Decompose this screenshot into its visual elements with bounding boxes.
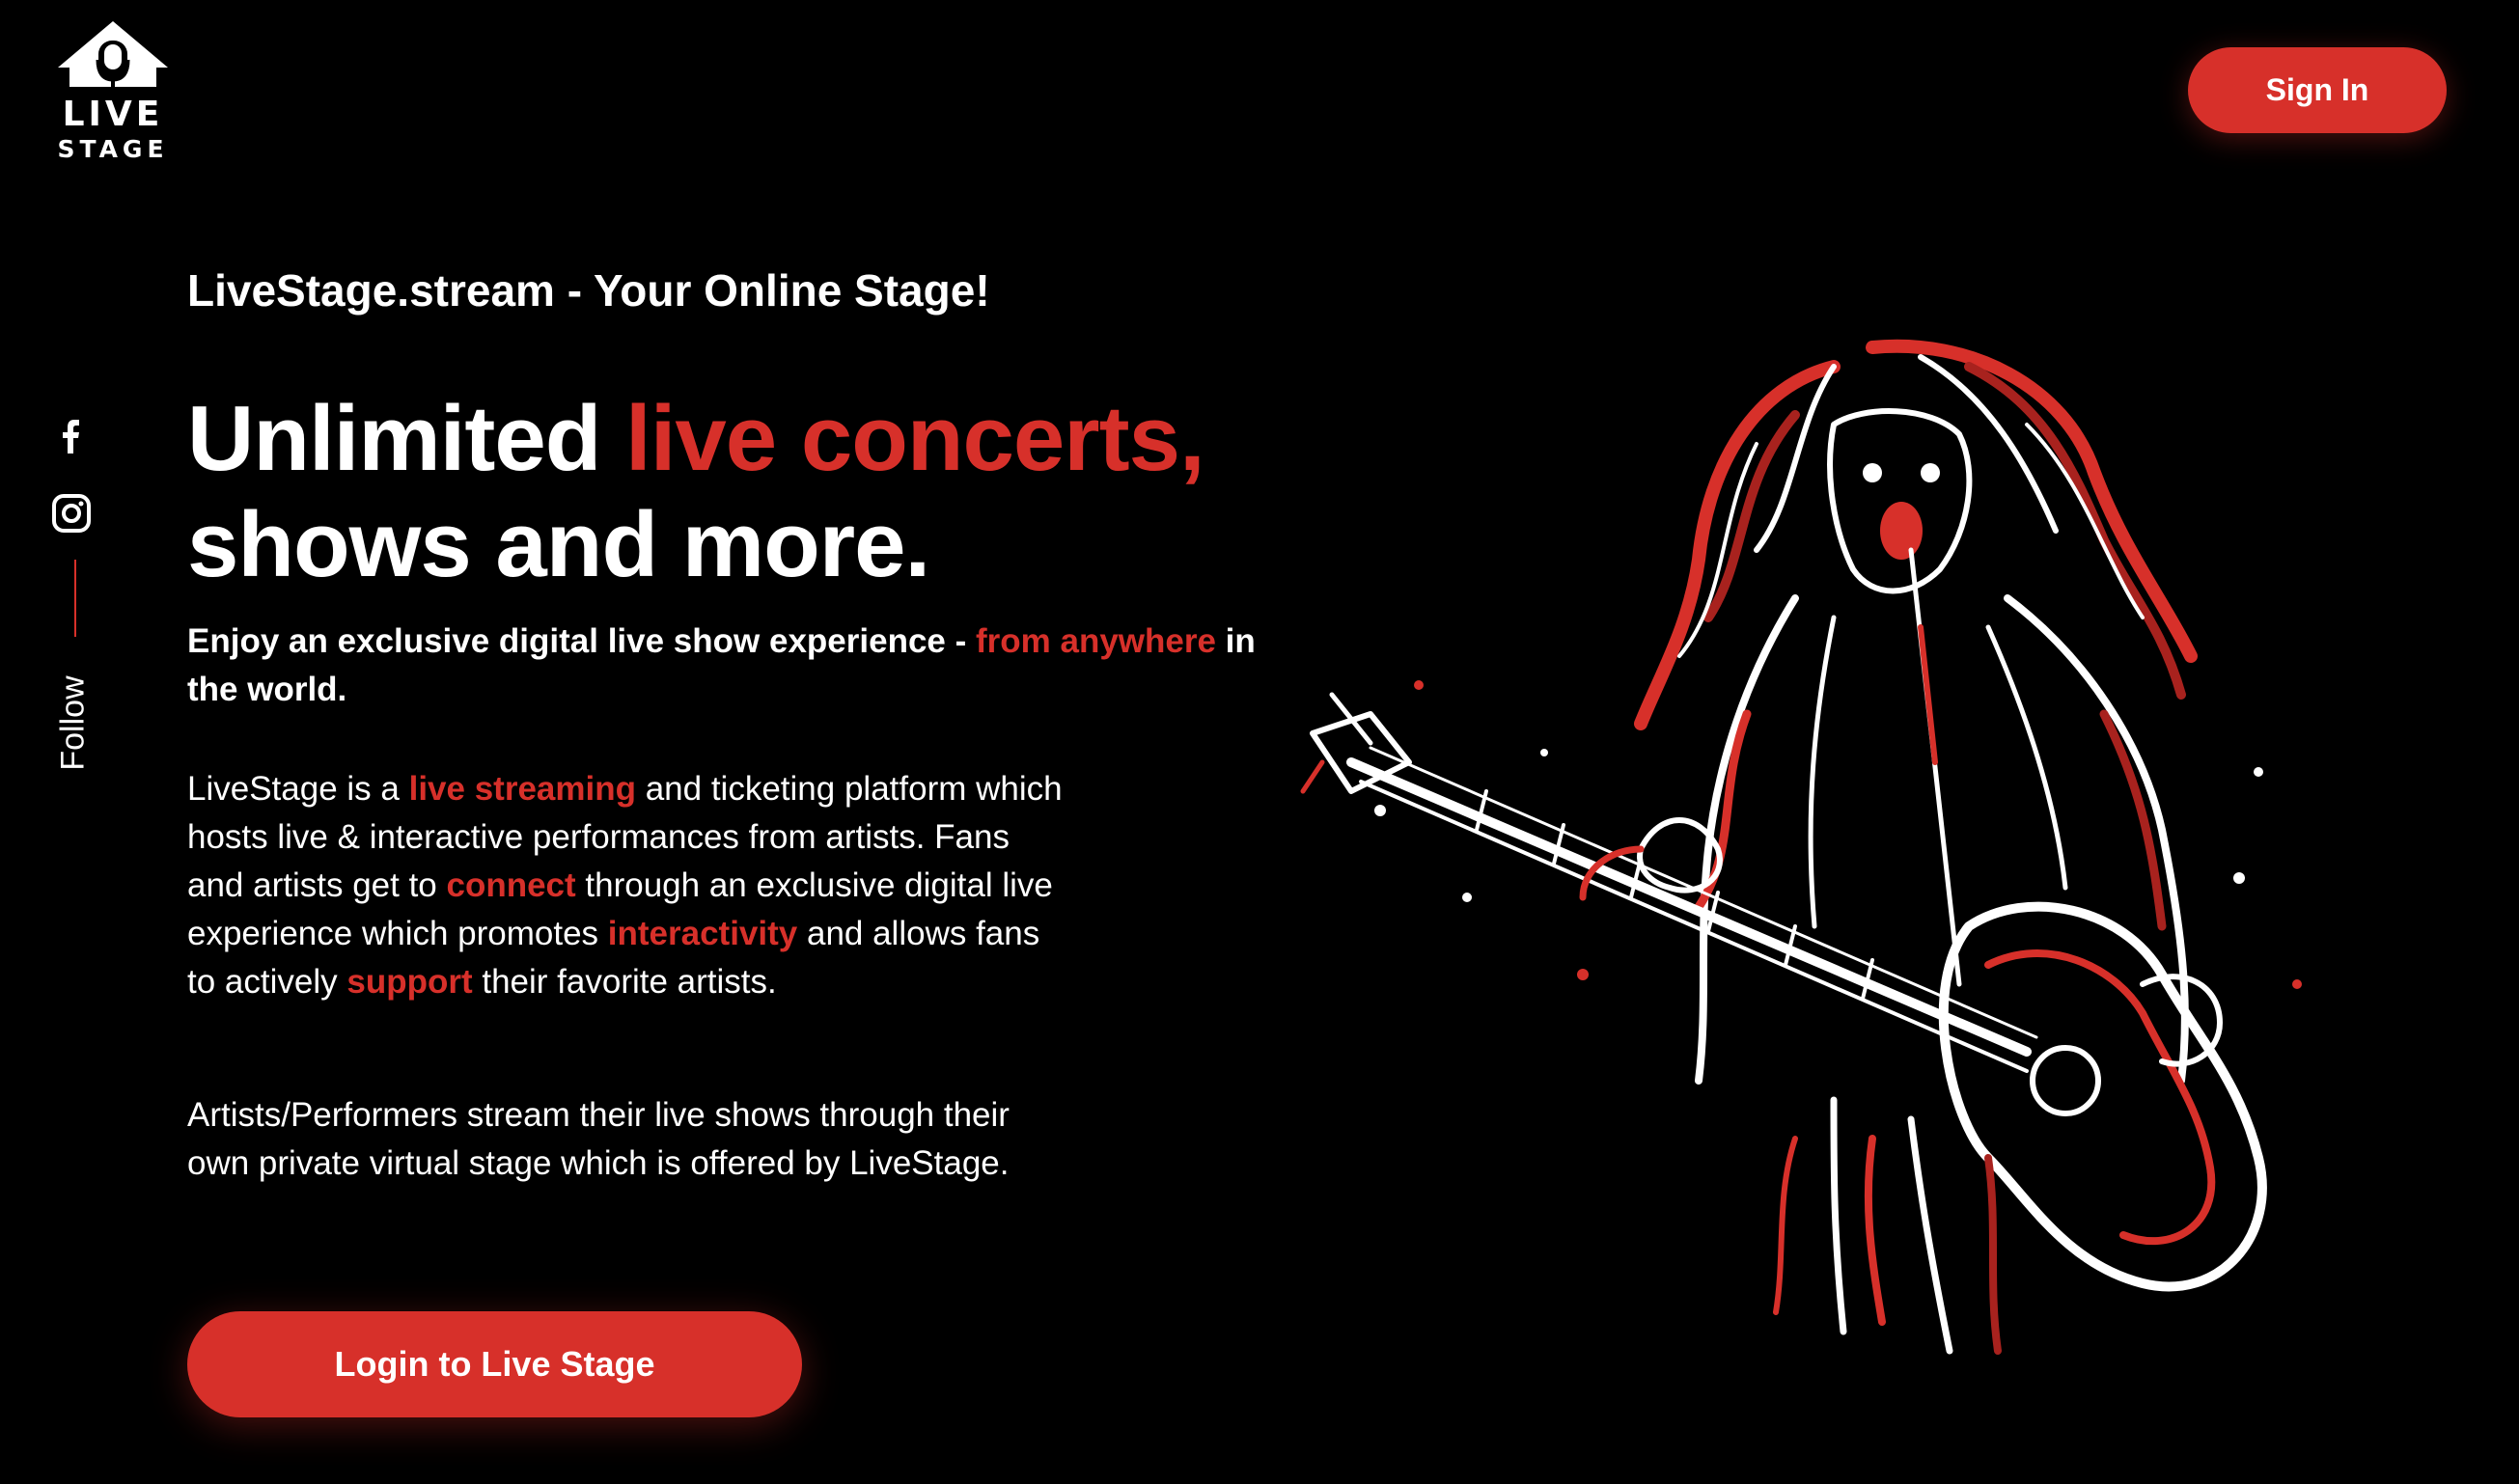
para1-text-1: LiveStage is a xyxy=(187,770,409,808)
logo-text-live: LIVE xyxy=(62,95,164,134)
description-paragraph-1: LiveStage is a live streaming and ticket… xyxy=(187,765,1075,1006)
headline-part1: Unlimited xyxy=(187,387,626,490)
para1-text-5: their favorite artists. xyxy=(472,963,777,1001)
follow-divider xyxy=(74,560,76,637)
landing-page: LIVE STAGE Sign In Follow LiveStage.stre… xyxy=(0,0,2519,1484)
subhead-highlight: from anywhere xyxy=(975,622,1216,660)
guitarist-illustration xyxy=(1293,309,2413,1389)
facebook-icon[interactable] xyxy=(50,415,93,457)
sign-in-button[interactable]: Sign In xyxy=(2188,47,2447,133)
livestage-logo[interactable]: LIVE STAGE xyxy=(50,17,176,163)
description-paragraph-2: Artists/Performers stream their live sho… xyxy=(187,1096,1010,1182)
tagline: LiveStage.stream - Your Online Stage! xyxy=(187,265,990,316)
headline-highlight: live concerts, xyxy=(625,387,1205,490)
highlight-connect: connect xyxy=(446,866,576,904)
highlight-live-streaming: live streaming xyxy=(408,770,636,808)
instagram-icon[interactable] xyxy=(50,492,93,535)
highlight-support: support xyxy=(346,963,473,1001)
hero-subhead: Enjoy an exclusive digital live show exp… xyxy=(187,618,1259,714)
highlight-interactivity: interactivity xyxy=(607,915,798,952)
subhead-part1: Enjoy an exclusive digital live show exp… xyxy=(187,622,976,660)
login-to-live-stage-button[interactable]: Login to Live Stage xyxy=(187,1311,802,1417)
follow-label: Follow xyxy=(54,675,92,771)
logo-text-stage: STAGE xyxy=(57,135,169,163)
headline-part2: shows and more. xyxy=(187,493,930,596)
hero-headline: Unlimited live concerts, shows and more. xyxy=(187,386,1205,598)
social-rail: Follow xyxy=(50,415,98,771)
